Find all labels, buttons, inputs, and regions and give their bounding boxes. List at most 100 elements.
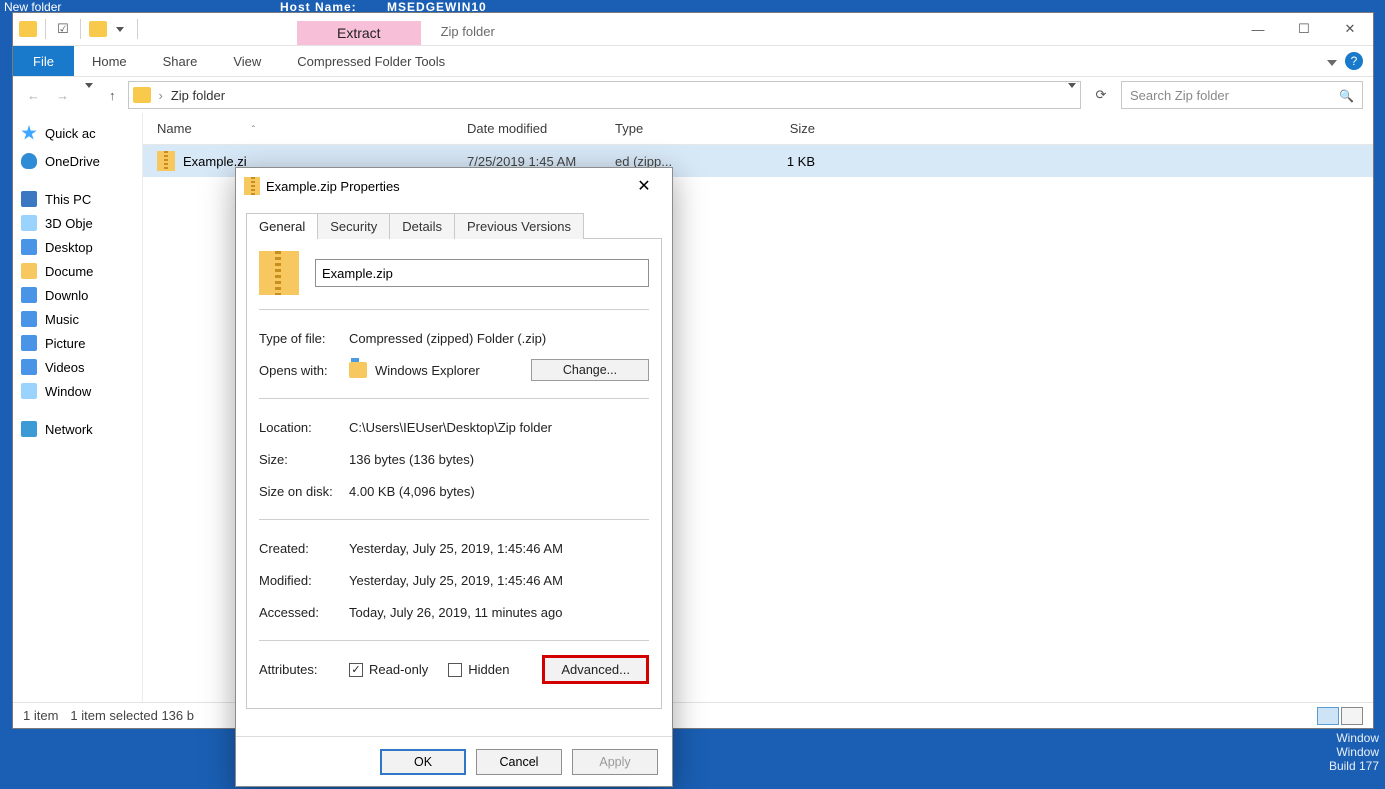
apply-button[interactable]: Apply bbox=[572, 749, 658, 775]
file-type-icon bbox=[259, 251, 299, 295]
label-attributes: Attributes: bbox=[259, 662, 349, 677]
label-modified: Modified: bbox=[259, 573, 349, 588]
checkbox-icon bbox=[448, 663, 462, 677]
ok-button[interactable]: OK bbox=[380, 749, 466, 775]
view-details-button[interactable] bbox=[1317, 707, 1339, 725]
drive-icon bbox=[21, 383, 37, 399]
download-icon bbox=[21, 287, 37, 303]
search-icon[interactable] bbox=[1339, 88, 1354, 103]
column-headers[interactable]: Nameˆ Date modified Type Size bbox=[143, 113, 1373, 145]
col-name[interactable]: Nameˆ bbox=[143, 113, 453, 144]
nav-3dobjects[interactable]: 3D Obje bbox=[13, 211, 142, 235]
nav-onedrive[interactable]: OneDrive bbox=[13, 149, 142, 173]
tab-details[interactable]: Details bbox=[389, 213, 455, 239]
nav-this-pc[interactable]: This PC bbox=[13, 187, 142, 211]
value-openswith: Windows Explorer bbox=[375, 363, 480, 378]
ribbon-tab-view[interactable]: View bbox=[215, 48, 279, 75]
nav-up-button[interactable] bbox=[105, 86, 120, 105]
status-count: 1 item bbox=[23, 708, 58, 723]
search-input[interactable]: Search Zip folder bbox=[1121, 81, 1363, 109]
address-bar-row: ← → Zip folder ⟳ Search Zip folder bbox=[13, 77, 1373, 113]
value-modified: Yesterday, July 25, 2019, 1:45:46 AM bbox=[349, 573, 649, 588]
nav-history-button[interactable] bbox=[81, 86, 97, 105]
qat-newfolder-icon[interactable] bbox=[89, 21, 107, 37]
file-size: 1 KB bbox=[747, 148, 835, 175]
qat-customize-icon[interactable] bbox=[111, 20, 129, 38]
nav-music[interactable]: Music bbox=[13, 307, 142, 331]
col-date[interactable]: Date modified bbox=[453, 113, 601, 144]
advanced-button[interactable]: Advanced... bbox=[542, 655, 649, 684]
breadcrumb-segment[interactable]: Zip folder bbox=[171, 88, 225, 103]
titlebar[interactable]: ☑ Extract Zip folder — ☐ ✕ bbox=[13, 13, 1373, 45]
tab-security[interactable]: Security bbox=[317, 213, 390, 239]
explorer-window: ☑ Extract Zip folder — ☐ ✕ File Home Sha… bbox=[12, 12, 1374, 729]
music-icon bbox=[21, 311, 37, 327]
ribbon-tab-file[interactable]: File bbox=[13, 46, 74, 76]
tab-general[interactable]: General bbox=[246, 213, 318, 239]
ribbon-tab-compressed[interactable]: Compressed Folder Tools bbox=[279, 48, 463, 75]
status-bar: 1 item 1 item selected 136 b bbox=[13, 702, 1373, 728]
address-bar[interactable]: Zip folder bbox=[128, 81, 1082, 109]
search-placeholder: Search Zip folder bbox=[1130, 88, 1229, 103]
change-button[interactable]: Change... bbox=[531, 359, 649, 381]
nav-documents[interactable]: Docume bbox=[13, 259, 142, 283]
nav-desktop[interactable]: Desktop bbox=[13, 235, 142, 259]
readonly-checkbox[interactable]: ✓Read-only bbox=[349, 662, 428, 677]
nav-forward-button[interactable]: → bbox=[52, 86, 73, 105]
tab-panel-general: Example.zip Type of file:Compressed (zip… bbox=[246, 239, 662, 709]
address-dropdown-icon[interactable] bbox=[1068, 88, 1076, 103]
dialog-tabs: General Security Details Previous Versio… bbox=[246, 212, 662, 239]
context-tab-extract[interactable]: Extract bbox=[297, 21, 421, 45]
nav-network[interactable]: Network bbox=[13, 417, 142, 441]
label-size: Size: bbox=[259, 452, 349, 467]
star-icon bbox=[21, 125, 37, 141]
col-type[interactable]: Type bbox=[601, 113, 747, 144]
view-large-button[interactable] bbox=[1341, 707, 1363, 725]
nav-windows[interactable]: Window bbox=[13, 379, 142, 403]
help-icon[interactable]: ? bbox=[1345, 52, 1363, 70]
value-size: 136 bytes (136 bytes) bbox=[349, 452, 649, 467]
picture-icon bbox=[21, 335, 37, 351]
address-icon bbox=[133, 87, 151, 103]
folder-icon bbox=[21, 263, 37, 279]
status-selection: 1 item selected 136 b bbox=[70, 708, 194, 723]
app-icon bbox=[19, 21, 37, 37]
hidden-checkbox[interactable]: Hidden bbox=[448, 662, 509, 677]
maximize-button[interactable]: ☐ bbox=[1281, 13, 1327, 45]
explorer-icon bbox=[349, 362, 367, 378]
nav-quick-access[interactable]: Quick ac bbox=[13, 121, 142, 145]
ribbon-tab-share[interactable]: Share bbox=[145, 48, 216, 75]
watermark: Window Window Build 177 bbox=[1329, 731, 1379, 773]
folder-icon bbox=[21, 215, 37, 231]
breadcrumb-sep bbox=[157, 88, 165, 103]
nav-pictures[interactable]: Picture bbox=[13, 331, 142, 355]
label-sizeondisk: Size on disk: bbox=[259, 484, 349, 499]
close-button[interactable]: ✕ bbox=[1327, 13, 1373, 45]
ribbon-tab-home[interactable]: Home bbox=[74, 48, 145, 75]
dialog-title: Example.zip Properties bbox=[266, 179, 400, 194]
refresh-button[interactable]: ⟳ bbox=[1089, 83, 1113, 107]
minimize-button[interactable]: — bbox=[1235, 13, 1281, 45]
window-title: Zip folder bbox=[421, 18, 515, 45]
qat-properties-icon[interactable]: ☑ bbox=[54, 20, 72, 38]
cancel-button[interactable]: Cancel bbox=[476, 749, 562, 775]
dialog-icon bbox=[244, 177, 260, 195]
dialog-titlebar[interactable]: Example.zip Properties ✕ bbox=[236, 168, 672, 204]
ribbon-expand-icon[interactable] bbox=[1327, 54, 1337, 69]
dialog-footer: OK Cancel Apply bbox=[236, 736, 672, 786]
tab-previous-versions[interactable]: Previous Versions bbox=[454, 213, 584, 239]
label-typeoffile: Type of file: bbox=[259, 331, 349, 346]
nav-videos[interactable]: Videos bbox=[13, 355, 142, 379]
filename-field[interactable]: Example.zip bbox=[315, 259, 649, 287]
zip-icon bbox=[157, 151, 175, 171]
nav-downloads[interactable]: Downlo bbox=[13, 283, 142, 307]
nav-pane[interactable]: Quick ac OneDrive This PC 3D Obje Deskto… bbox=[13, 113, 143, 702]
nav-back-button[interactable]: ← bbox=[23, 86, 44, 105]
network-icon bbox=[21, 421, 37, 437]
value-location: C:\Users\IEUser\Desktop\Zip folder bbox=[349, 420, 649, 435]
col-size[interactable]: Size bbox=[747, 113, 835, 144]
value-typeoffile: Compressed (zipped) Folder (.zip) bbox=[349, 331, 649, 346]
sort-indicator-icon: ˆ bbox=[252, 125, 255, 136]
dialog-close-button[interactable]: ✕ bbox=[624, 172, 664, 200]
value-sizeondisk: 4.00 KB (4,096 bytes) bbox=[349, 484, 649, 499]
